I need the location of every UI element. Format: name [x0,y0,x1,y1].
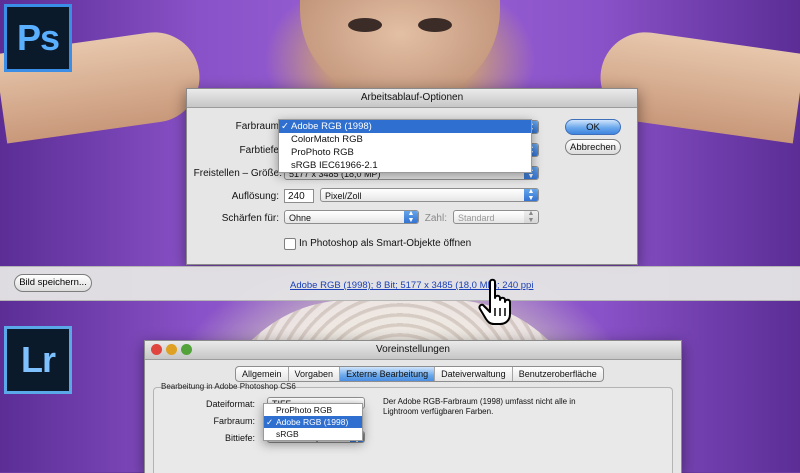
camera-raw-bottom-bar: Bild speichern... Adobe RGB (1998); 8 Bi… [0,266,800,301]
zahl-value: Standard [458,213,495,223]
schaerfen-label: Schärfen für: [221,213,279,224]
hand-pointer-icon [478,278,511,325]
save-image-button[interactable]: Bild speichern... [14,274,92,292]
tab-benutzeroberflaeche[interactable]: Benutzeroberfläche [513,367,603,381]
dialog-titlebar: Arbeitsablauf-Optionen [187,89,637,108]
aufloesung-input[interactable]: 240 [284,189,314,203]
farbraum-popup-menu: ✓ Adobe RGB (1998) ColorMatch RGB ProPhot… [278,119,532,173]
select-arrows-icon: ▲▼ [524,211,538,223]
preferences-window: Voreinstellungen Allgemein Vorgaben Exte… [144,340,682,473]
lightroom-logo-icon: Lr [4,326,72,394]
window-controls [151,344,192,355]
cancel-button[interactable]: Abbrechen [565,139,621,155]
dateiformat-label: Dateiformat: [205,399,255,409]
background-face [300,0,500,100]
aufloesung-label: Auflösung: [231,191,279,202]
background-eye-left [348,18,382,32]
schaerfen-value: Ohne [289,213,312,223]
menu-item-label: ProPhoto RGB [291,147,354,158]
lr-farbraum-popup-menu: ProPhoto RGB ✓ Adobe RGB (1998) sRGB [263,403,363,441]
smart-object-label: In Photoshop als Smart-Objekte öffnen [299,238,472,249]
close-window-icon[interactable] [151,344,162,355]
zahl-label: Zahl: [424,213,447,224]
aufloesung-unit-select[interactable]: Pixel/Zoll ▲ ▼ [320,188,539,202]
tab-vorgaben[interactable]: Vorgaben [289,367,341,381]
menu-item-prophoto-rgb[interactable]: ProPhoto RGB [279,146,531,159]
farbraum-label: Farbraum: [213,416,255,426]
zoom-window-icon[interactable] [181,344,192,355]
menu-item-label: ProPhoto RGB [276,405,333,415]
farbtiefe-label: Farbtiefe [239,145,279,156]
zahl-select[interactable]: Standard ▲ ▼ [453,210,539,224]
menu-item-label: sRGB IEC61966-2.1 [291,160,378,171]
ok-button[interactable]: OK [565,119,621,135]
menu-item-label: Adobe RGB (1998) [276,417,349,427]
preferences-tabs: Allgemein Vorgaben Externe Bearbeitung D… [235,366,604,382]
menu-item-adobe-rgb[interactable]: ✓ Adobe RGB (1998) [264,416,362,428]
bittiefe-label: Bittiefe: [224,433,255,443]
dialog-title: Arbeitsablauf-Optionen [360,92,464,103]
menu-item-label: ColorMatch RGB [291,134,363,145]
background-eye-right [418,18,452,32]
menu-item-colormatch-rgb[interactable]: ColorMatch RGB [279,133,531,146]
tab-dateiverwaltung[interactable]: Dateiverwaltung [435,367,513,381]
menu-item-srgb[interactable]: sRGB [264,428,362,440]
menu-item-prophoto-rgb[interactable]: ProPhoto RGB [264,404,362,416]
schaerfen-select[interactable]: Ohne ▲ ▼ [284,210,419,224]
checkmark-icon: ✓ [281,121,289,132]
preferences-title: Voreinstellungen [376,344,450,355]
smart-object-checkbox[interactable] [284,238,296,250]
freistellen-label: Freistellen – Größe: [193,168,282,179]
menu-item-label: sRGB [276,429,299,439]
farbraum-label: Farbraum [235,121,279,132]
workflow-options-dialog: Arbeitsablauf-Optionen Farbraum Farbtief… [186,88,638,265]
menu-item-label: Adobe RGB (1998) [291,121,372,132]
minimize-window-icon[interactable] [166,344,177,355]
menu-item-srgb[interactable]: sRGB IEC61966-2.1 [279,159,531,172]
info-text: Der Adobe RGB-Farbraum (1998) umfasst ni… [383,397,576,416]
tab-allgemein[interactable]: Allgemein [236,367,289,381]
section-title: Bearbeitung in Adobe Photoshop CS6 [161,382,296,391]
select-arrows-icon: ▲▼ [524,189,538,201]
preferences-titlebar: Voreinstellungen [145,341,681,360]
aufloesung-unit-value: Pixel/Zoll [325,191,362,201]
checkmark-icon: ✓ [266,417,274,427]
menu-item-adobe-rgb[interactable]: ✓ Adobe RGB (1998) [279,120,531,133]
photoshop-logo-icon: Ps [4,4,72,72]
tab-externe-bearbeitung[interactable]: Externe Bearbeitung [340,367,436,381]
